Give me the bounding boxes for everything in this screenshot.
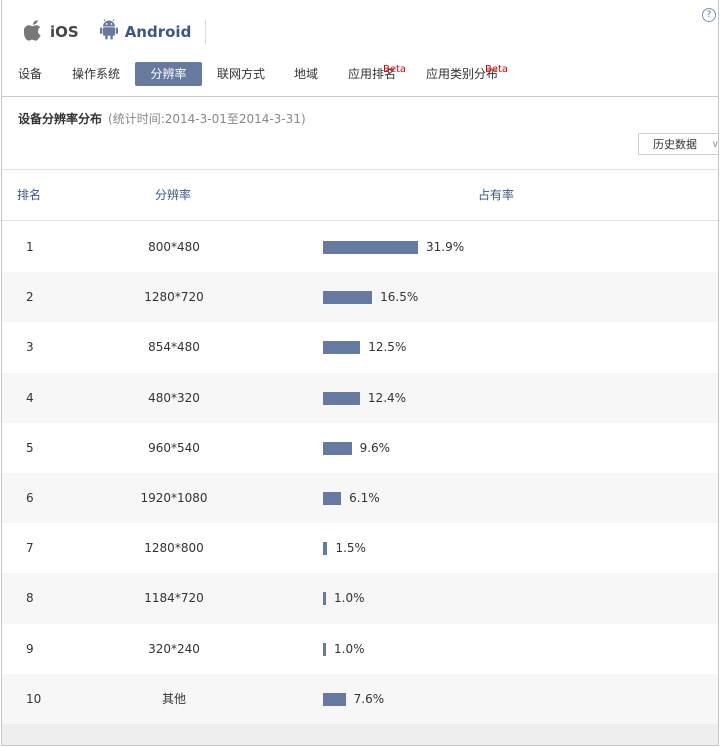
history-data-label: 历史数据 bbox=[653, 138, 697, 151]
table-row: 9 320*240 1.0% bbox=[2, 624, 718, 674]
chevron-down-icon: ∨ bbox=[711, 139, 719, 150]
rank-cell: 10 bbox=[26, 691, 42, 706]
header-resolution: 分辨率 bbox=[155, 188, 192, 202]
resolution-cell: 320*240 bbox=[148, 641, 200, 656]
android-icon bbox=[99, 19, 119, 45]
share-value: 1.0% bbox=[334, 591, 365, 606]
tab-bar: 设备 操作系统 分辨率 联网方式 地域 应用排名 Beta 应用类别分布 Bet… bbox=[2, 62, 718, 88]
share-value: 16.5% bbox=[380, 290, 419, 305]
platform-android[interactable]: Android bbox=[99, 19, 192, 45]
resolution-cell: 960*540 bbox=[148, 440, 200, 455]
share-bar bbox=[323, 391, 360, 405]
share-value: 6.1% bbox=[349, 490, 380, 505]
table-row: 5 960*540 9.6% bbox=[2, 423, 718, 473]
tab-region[interactable]: 地域 bbox=[294, 62, 318, 86]
header-share: 占有率 bbox=[478, 188, 515, 202]
platform-switcher: iOS Android bbox=[23, 18, 211, 46]
table-row: 8 1184*720 1.0% bbox=[2, 573, 718, 624]
platform-ios[interactable]: iOS bbox=[23, 19, 79, 45]
beta-badge: Beta bbox=[383, 64, 407, 75]
table-row: 10 其他 7.6% bbox=[2, 673, 718, 724]
table-row: 7 1280*800 1.5% bbox=[2, 523, 718, 573]
share-bar bbox=[323, 441, 352, 455]
rank-cell: 5 bbox=[26, 440, 34, 455]
tab-divider bbox=[2, 96, 718, 97]
platform-divider bbox=[205, 20, 206, 44]
history-data-dropdown[interactable]: 历史数据 ∨ bbox=[638, 133, 719, 155]
section-period: (统计时间:2014-3-01至2014-3-31) bbox=[108, 112, 306, 126]
rank-cell: 4 bbox=[26, 390, 34, 405]
rank-cell: 6 bbox=[26, 490, 34, 505]
tab-device[interactable]: 设备 bbox=[18, 62, 42, 86]
resolution-cell: 800*480 bbox=[148, 240, 200, 254]
share-bar bbox=[323, 341, 361, 355]
table-header: 排名 分辨率 占有率 bbox=[2, 170, 718, 220]
share-value: 12.5% bbox=[368, 340, 407, 355]
tab-os[interactable]: 操作系统 bbox=[72, 62, 120, 86]
rank-cell: 9 bbox=[26, 641, 34, 656]
share-value: 9.6% bbox=[359, 440, 391, 455]
share-value: 1.0% bbox=[334, 641, 365, 656]
resolution-cell: 1920*1080 bbox=[140, 490, 208, 505]
resolution-cell: 1184*720 bbox=[144, 591, 204, 606]
resolution-cell: 854*480 bbox=[148, 340, 200, 355]
rank-cell: 7 bbox=[26, 541, 34, 556]
resolution-cell: 1280*800 bbox=[144, 541, 204, 556]
share-bar bbox=[323, 542, 328, 556]
share-bar bbox=[323, 642, 326, 656]
resolution-cell: 其他 bbox=[161, 691, 187, 706]
rank-cell: 8 bbox=[26, 591, 34, 606]
table-row: 2 1280*720 16.5% bbox=[2, 272, 718, 323]
share-bar bbox=[323, 692, 346, 706]
share-bar bbox=[323, 491, 342, 505]
resolution-panel: iOS Android ? 设备 操作系统 分辨率 联网方式 地域 应用排名 B… bbox=[1, 0, 719, 746]
share-value: 31.9% bbox=[426, 240, 465, 254]
section-title: 设备分辨率分布 bbox=[18, 112, 103, 126]
help-icon[interactable]: ? bbox=[702, 8, 716, 22]
header-rank: 排名 bbox=[17, 188, 42, 202]
table-body: 1 800*480 31.9% 2 1280*720 16.5% 3 854*480 12.5%… bbox=[2, 222, 718, 724]
rank-cell: 3 bbox=[26, 340, 34, 355]
table-row: 3 854*480 12.5% bbox=[2, 322, 718, 372]
table-row: 6 1920*1080 6.1% bbox=[2, 472, 718, 524]
table-row: 4 480*320 12.4% bbox=[2, 372, 718, 423]
table-footer bbox=[2, 724, 718, 745]
platform-android-label: Android bbox=[124, 23, 192, 41]
share-bar bbox=[323, 592, 326, 606]
rank-cell: 2 bbox=[26, 290, 34, 305]
apple-icon bbox=[23, 19, 44, 45]
table-header-border bbox=[2, 220, 718, 221]
share-value: 12.4% bbox=[367, 390, 407, 405]
share-bar bbox=[323, 241, 418, 254]
table-row: 1 800*480 31.9% bbox=[2, 222, 718, 272]
resolution-cell: 480*320 bbox=[148, 390, 200, 405]
resolution-cell: 1280*720 bbox=[144, 290, 204, 305]
share-value: 7.6% bbox=[353, 691, 385, 706]
platform-ios-label: iOS bbox=[50, 23, 79, 41]
tab-resolution[interactable]: 分辨率 bbox=[135, 62, 202, 86]
tab-network[interactable]: 联网方式 bbox=[217, 62, 265, 86]
rank-cell: 1 bbox=[26, 240, 34, 254]
share-value: 1.5% bbox=[335, 541, 366, 556]
section-header: 设备分辨率分布 (统计时间:2014-3-01至2014-3-31) bbox=[18, 110, 306, 127]
beta-badge: Beta bbox=[485, 64, 509, 75]
share-bar bbox=[323, 291, 373, 305]
